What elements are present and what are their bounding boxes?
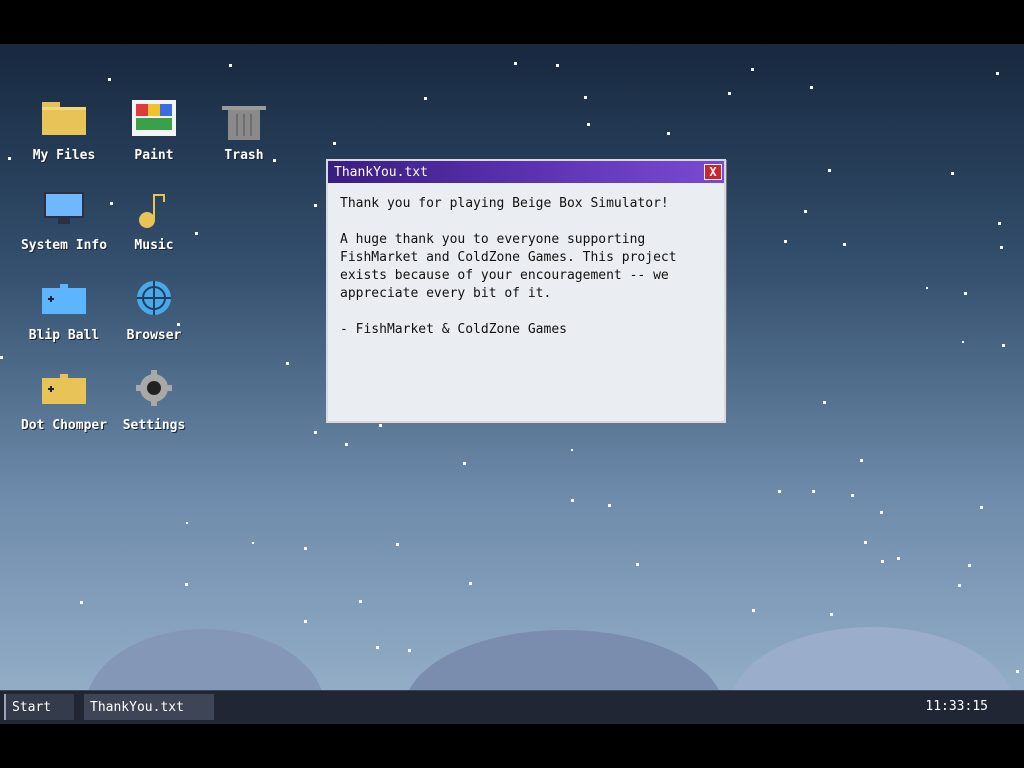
gear-icon	[130, 368, 178, 412]
taskbar: Start ThankYou.txt 11:33:15	[0, 690, 1024, 724]
desktop-icon-label: My Files	[32, 148, 96, 163]
thankyou-window[interactable]: ThankYou.txt X Thank you for playing Bei…	[326, 159, 726, 423]
start-button[interactable]: Start	[4, 694, 74, 720]
text-signature: - FishMarket & ColdZone Games	[340, 322, 567, 337]
monitor-icon	[40, 188, 88, 232]
trash-icon	[220, 98, 268, 142]
window-titlebar[interactable]: ThankYou.txt X	[328, 161, 724, 183]
desktop-icon-system-info[interactable]: System Info	[19, 188, 109, 268]
desktop-icon-label: Paint	[134, 148, 174, 163]
music-note-icon	[130, 188, 178, 232]
desktop-icon-label: Settings	[122, 418, 186, 433]
game-box-icon	[40, 278, 88, 322]
hill-right	[730, 627, 1014, 690]
desktop-icon-browser[interactable]: Browser	[109, 278, 199, 358]
close-button[interactable]: X	[704, 164, 722, 180]
screen: My Files Paint Trash System Info Music B…	[0, 0, 1024, 768]
paint-icon	[130, 98, 178, 142]
clock: 11:33:15	[925, 699, 988, 714]
desktop-icon-dot-chomper[interactable]: Dot Chomper	[19, 368, 109, 448]
text-paragraph: A huge thank you to everyone supporting …	[340, 232, 677, 301]
folder-icon	[40, 98, 88, 142]
desktop-icon-music[interactable]: Music	[109, 188, 199, 268]
desktop-icon-label: Trash	[224, 148, 264, 163]
desktop-icon-paint[interactable]: Paint	[109, 98, 199, 178]
text-line-thanks: Thank you for playing Beige Box Simulato…	[340, 196, 669, 211]
hill-center	[404, 630, 724, 690]
desktop-icon-my-files[interactable]: My Files	[19, 98, 109, 178]
desktop-icon-blip-ball[interactable]: Blip Ball	[19, 278, 109, 358]
desktop-icon-trash[interactable]: Trash	[199, 98, 289, 178]
hill-left	[85, 629, 325, 690]
desktop-icon-label: Browser	[126, 328, 182, 343]
window-title: ThankYou.txt	[334, 164, 428, 180]
desktop-icon-label: Music	[134, 238, 174, 253]
window-text-content: Thank you for playing Beige Box Simulato…	[328, 183, 724, 369]
game-box-icon	[40, 368, 88, 412]
desktop-icon-settings[interactable]: Settings	[109, 368, 199, 448]
taskbar-item-thankyou[interactable]: ThankYou.txt	[84, 694, 214, 720]
desktop-icon-label: Blip Ball	[28, 328, 100, 343]
crosshair-globe-icon	[130, 278, 178, 322]
desktop-icon-label: System Info	[20, 238, 108, 253]
desktop-icon-label: Dot Chomper	[20, 418, 108, 433]
